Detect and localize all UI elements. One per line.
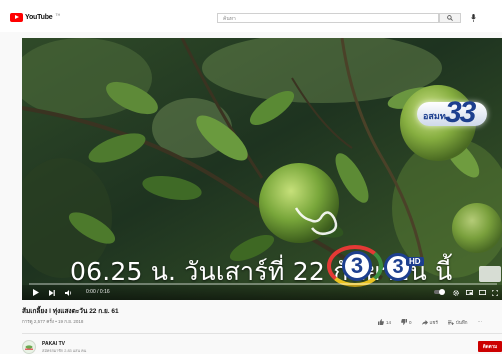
divider — [22, 333, 502, 334]
fullscreen-button[interactable] — [491, 288, 499, 297]
video-player[interactable]: อสมท 33 06.25 น. วันเสาร์ที่ 22 กันยายน … — [22, 38, 502, 300]
search-icon — [447, 15, 453, 21]
video-actions: 14 0 แชร์ บันทึก ⋯ — [378, 318, 482, 326]
play-icon — [33, 289, 39, 296]
youtube-page: YouTube TH ค้นหา อสมท 33 06.25 น. วันเสา… — [0, 0, 502, 354]
logo-region: TH — [55, 12, 61, 17]
dislike-count: 0 — [409, 319, 412, 325]
corner-watermark — [479, 266, 501, 282]
play-button[interactable] — [32, 288, 40, 297]
search-placeholder: ค้นหา — [223, 16, 236, 22]
hd-badge: HD — [406, 257, 424, 266]
mic-icon — [470, 14, 476, 22]
theater-button[interactable] — [478, 288, 486, 297]
volume-button[interactable] — [64, 288, 72, 297]
play-logo-icon — [10, 12, 23, 22]
channel-avatar[interactable] — [22, 340, 36, 354]
miniplayer-icon — [465, 290, 473, 295]
dislike-button[interactable]: 0 — [401, 319, 412, 325]
mcot-number: 33 — [445, 96, 476, 129]
next-button[interactable] — [48, 288, 56, 297]
like-button[interactable]: 14 — [378, 319, 391, 325]
thumbs-up-icon — [378, 319, 384, 325]
fullscreen-icon — [492, 289, 498, 296]
search-input[interactable]: ค้นหา — [217, 13, 439, 23]
youtube-logo[interactable]: YouTube TH — [10, 12, 60, 22]
playlist-add-icon — [447, 320, 454, 325]
channel3-logo: 3 — [342, 251, 372, 281]
subscriber-count: สมัครสมาชิก 2.83 แสน คน — [42, 349, 87, 353]
thumbs-down-icon — [401, 319, 408, 325]
share-icon — [421, 319, 428, 325]
logo-text: YouTube — [25, 13, 53, 21]
channel3hd-number: 3 — [392, 256, 404, 278]
more-icon: ⋯ — [477, 319, 483, 324]
voice-search-button[interactable] — [468, 13, 478, 23]
video-title: ส้มเกลี้ยง l ทุ่งแสงตะวัน 22 ก.ย. 61 — [22, 308, 119, 315]
search-button[interactable] — [439, 13, 461, 23]
next-icon — [49, 289, 55, 296]
channel-name[interactable]: PAKAI TV — [42, 341, 65, 347]
miniplayer-button[interactable] — [465, 288, 473, 297]
player-controls: 0:00 / 0:16 — [22, 285, 502, 300]
save-button[interactable]: บันทึก — [447, 319, 468, 326]
subscribe-button[interactable]: ติดตาม — [478, 341, 502, 352]
settings-button[interactable] — [452, 288, 460, 297]
video-meta: การดู 2,577 ครั้ง • 19 ก.ย. 2018 — [22, 319, 84, 324]
theater-icon — [478, 290, 486, 295]
masthead: YouTube TH ค้นหา — [0, 0, 502, 32]
save-label: บันทึก — [455, 319, 468, 325]
volume-icon — [64, 289, 71, 296]
autoplay-toggle[interactable] — [434, 289, 445, 295]
channel-logo-icon — [25, 345, 33, 350]
gear-icon — [453, 289, 459, 296]
mcot-label: อสมท — [423, 111, 446, 121]
share-button[interactable]: แชร์ — [421, 319, 438, 326]
time-display: 0:00 / 0:16 — [86, 289, 110, 295]
mcot33-logo: อสมท 33 — [417, 96, 487, 132]
more-actions-button[interactable]: ⋯ — [478, 319, 483, 325]
share-label: แชร์ — [429, 319, 438, 325]
like-count: 14 — [386, 319, 392, 325]
channel3-number: 3 — [350, 253, 364, 278]
